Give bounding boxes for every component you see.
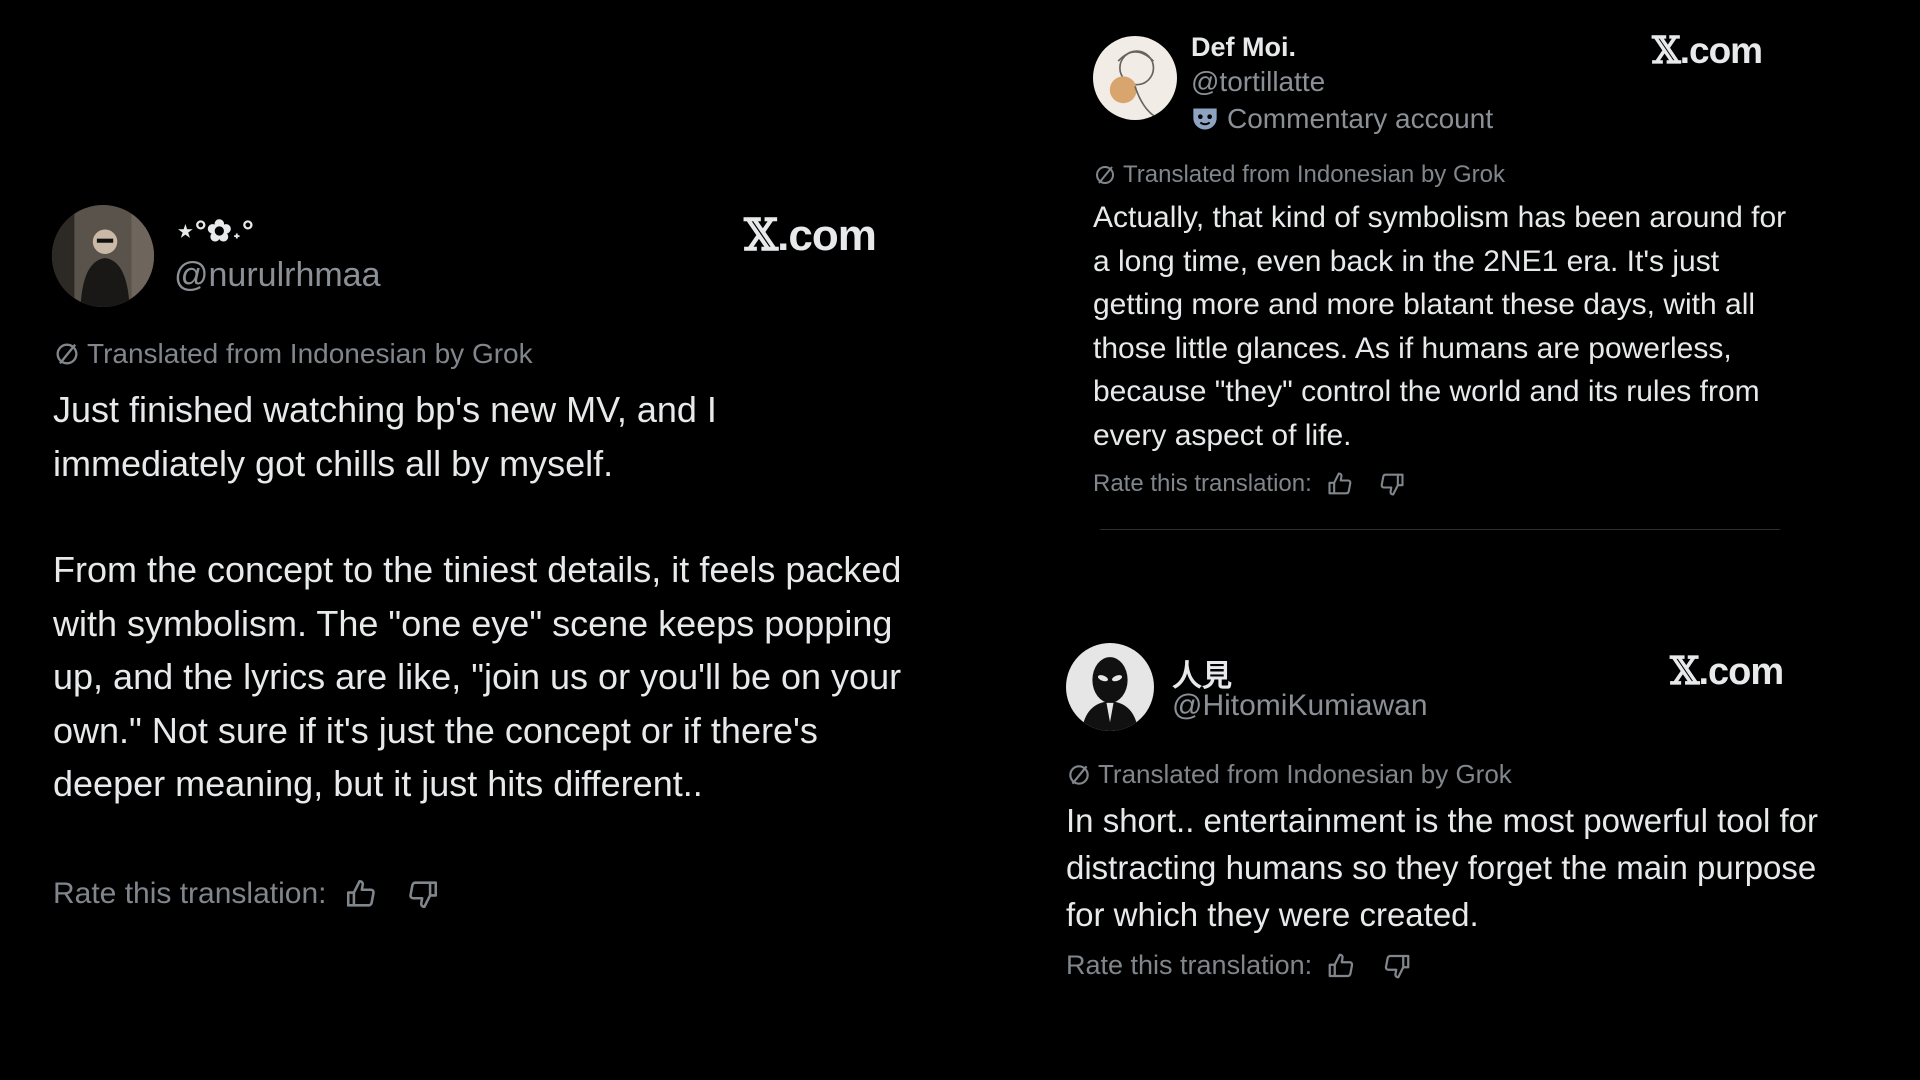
user-handle[interactable]: @HitomiKumiawan [1172,689,1428,723]
tweet-paragraph: From the concept to the tiniest details,… [53,549,902,804]
x-icon: 𝕏 [1670,648,1700,693]
avatar[interactable] [1093,36,1177,120]
user-handle[interactable]: @tortillatte [1191,66,1325,98]
tweet-text: Just finished watching bp's new MV, and … [53,383,913,811]
x-icon: 𝕏 [744,210,778,261]
translated-notice: Translated from Indonesian by Grok [1066,759,1512,790]
thumbs-up-button[interactable] [1326,951,1356,981]
rate-label: Rate this translation: [1093,470,1312,497]
rate-label: Rate this translation: [53,877,327,910]
thumbs-up-icon [1328,472,1352,495]
display-name[interactable]: Def Moi. [1191,32,1296,63]
translated-label: Translated from Indonesian by Grok [1123,161,1505,188]
thumbs-up-icon [1328,953,1354,977]
display-name[interactable]: ⋆°✿˖° [176,214,254,249]
rate-translation: Rate this translation: [1066,950,1412,981]
x-icon: 𝕏 [1652,28,1681,72]
x-logo: 𝕏.com [1652,28,1763,72]
thumbs-down-icon [409,881,438,909]
user-handle[interactable]: @nurulrhmaa [174,256,381,295]
avatar[interactable] [1066,643,1154,731]
translate-icon [56,343,78,365]
tweet-paragraph: In short.. entertainment is the most pow… [1066,802,1819,933]
avatar[interactable] [52,205,154,307]
rate-translation: Rate this translation: [1093,470,1406,498]
commentary-label: Commentary account [1191,103,1493,135]
translated-label: Translated from Indonesian by Grok [1098,759,1512,789]
tweet-text: Actually, that kind of symbolism has bee… [1093,196,1793,457]
x-logo-text: .com [777,211,877,260]
thumbs-down-button[interactable] [406,877,440,911]
thumbs-up-button[interactable] [344,877,378,911]
translated-label: Translated from Indonesian by Grok [87,338,533,369]
translated-notice: Translated from Indonesian by Grok [1093,161,1505,189]
thumbs-up-button[interactable] [1326,470,1354,498]
x-logo-text: .com [1679,30,1763,71]
tweet-paragraph: Just finished watching bp's new MV, and … [53,389,717,484]
thumbs-down-icon [1380,473,1404,496]
translate-icon [1096,166,1114,184]
rate-label: Rate this translation: [1066,950,1313,980]
thumbs-down-icon [1384,954,1410,978]
translate-icon [1069,764,1089,785]
thumbs-down-button[interactable] [1378,470,1406,498]
x-logo: 𝕏.com [744,210,877,261]
tweet-paragraph: Actually, that kind of symbolism has bee… [1093,201,1787,452]
thumbs-down-button[interactable] [1382,951,1412,981]
x-logo: 𝕏.com [1670,648,1784,694]
rate-translation: Rate this translation: [53,877,440,911]
tweet-text: In short.. entertainment is the most pow… [1066,797,1826,938]
mask-icon [1193,108,1217,130]
translated-notice: Translated from Indonesian by Grok [53,338,533,370]
divider [1100,529,1780,530]
thumbs-up-icon [347,879,376,907]
commentary-text: Commentary account [1227,103,1494,134]
x-logo-text: .com [1698,651,1784,693]
